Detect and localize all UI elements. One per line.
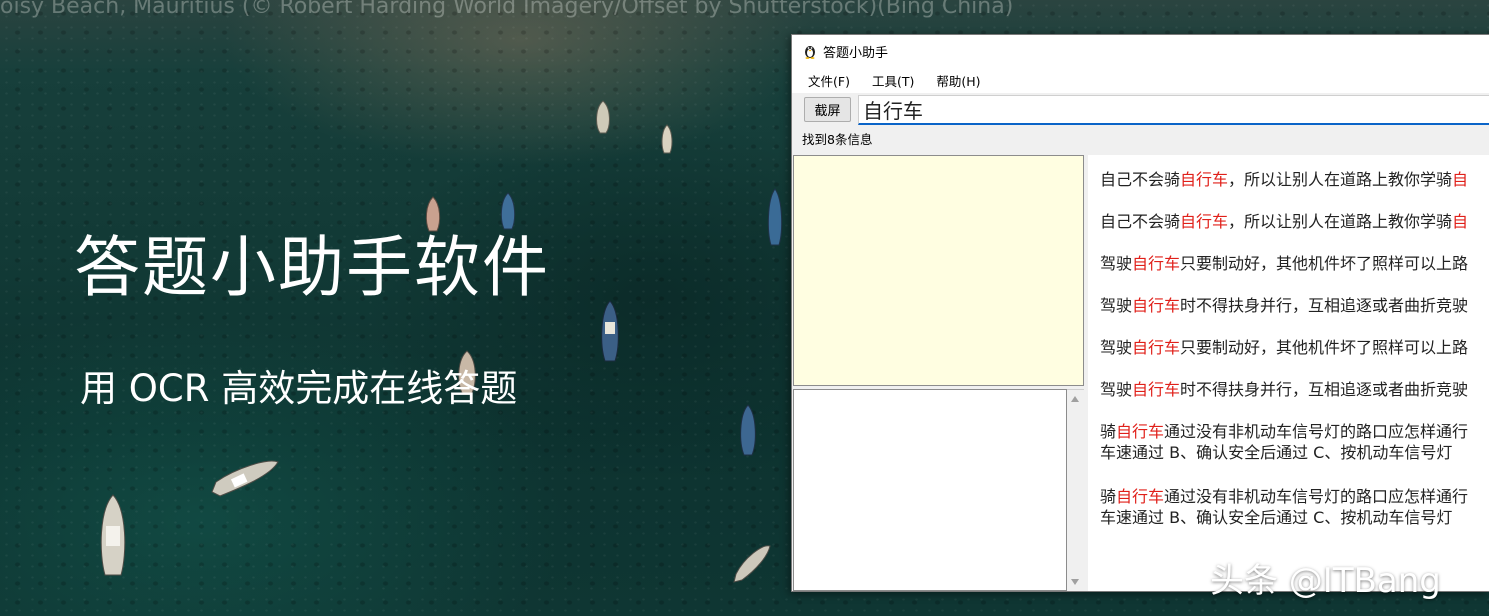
menu-help[interactable]: 帮助(H)	[928, 68, 988, 93]
result-item[interactable]: 驾驶自行车时不得扶身并行，互相追逐或者曲折竞驶	[1100, 295, 1489, 316]
result-text: 时不得扶身并行，互相追逐或者曲折竞驶	[1180, 296, 1469, 315]
screenshot-preview-panel	[793, 155, 1084, 386]
result-text: 通过没有非机动车信号灯的路口应怎样通行	[1164, 422, 1469, 441]
watermark: 头条 @ITBang	[1210, 561, 1441, 601]
result-item[interactable]: 驾驶自行车只要制动好，其他机件坏了照样可以上路	[1100, 253, 1489, 274]
result-text: ，所以让别人在道路上教你学骑	[1228, 212, 1453, 231]
boat-6	[601, 300, 619, 362]
capture-button[interactable]: 截屏	[804, 97, 851, 122]
boat-10	[100, 494, 126, 576]
result-keyword: 自行车	[1132, 338, 1181, 357]
menu-tools[interactable]: 工具(T)	[864, 68, 922, 93]
result-text: 驾驶	[1100, 380, 1133, 399]
result-line: 驾驶自行车时不得扶身并行，互相追逐或者曲折竞驶	[1100, 379, 1489, 400]
result-keyword: 自行车	[1180, 170, 1229, 189]
result-text: 自己不会骑	[1100, 170, 1181, 189]
result-text: 自己不会骑	[1100, 212, 1181, 231]
result-keyword: 自行车	[1132, 254, 1181, 273]
result-item[interactable]: 自己不会骑自行车，所以让别人在道路上教你学骑自	[1100, 169, 1489, 190]
boat-1	[596, 100, 610, 134]
result-text: 骑	[1100, 422, 1117, 441]
result-text: 驾驶	[1100, 254, 1133, 273]
app-window: 答题小助手 文件(F) 工具(T) 帮助(H) 截屏 找到8条信息 自己不会骑自…	[791, 34, 1489, 592]
result-item[interactable]: 骑自行车通过没有非机动车信号灯的路口应怎样通行 车速通过 B、确认安全后通过 C、…	[1100, 421, 1489, 463]
boat-8	[740, 404, 756, 456]
title-bar[interactable]: 答题小助手	[792, 35, 1489, 67]
result-line: 驾驶自行车只要制动好，其他机件坏了照样可以上路	[1100, 337, 1489, 358]
result-line: 骑自行车通过没有非机动车信号灯的路口应怎样通行	[1100, 486, 1489, 507]
search-input[interactable]	[858, 95, 1489, 125]
result-line: 骑自行车通过没有非机动车信号灯的路口应怎样通行	[1100, 421, 1489, 442]
boat-9	[211, 460, 279, 497]
result-text: 骑	[1100, 487, 1117, 506]
result-line: 自己不会骑自行车，所以让别人在道路上教你学骑自	[1100, 169, 1489, 190]
result-item[interactable]: 自己不会骑自行车，所以让别人在道路上教你学骑自	[1100, 211, 1489, 232]
result-item[interactable]: 骑自行车通过没有非机动车信号灯的路口应怎样通行 车速通过 B、确认安全后通过 C、…	[1100, 486, 1489, 528]
result-line: 驾驶自行车时不得扶身并行，互相追逐或者曲折竞驶	[1100, 295, 1489, 316]
menu-file[interactable]: 文件(F)	[800, 68, 858, 93]
results-list: 自己不会骑自行车，所以让别人在道路上教你学骑自 自己不会骑自行车，所以让别人在道路…	[1100, 169, 1489, 551]
result-item[interactable]: 驾驶自行车只要制动好，其他机件坏了照样可以上路	[1100, 337, 1489, 358]
result-text: 只要制动好，其他机件坏了照样可以上路	[1180, 254, 1469, 273]
headline: 答题小助手软件	[74, 229, 550, 306]
result-text: 只要制动好，其他机件坏了照样可以上路	[1180, 338, 1469, 357]
result-item[interactable]: 驾驶自行车时不得扶身并行，互相追逐或者曲折竞驶	[1100, 379, 1489, 400]
result-text: 驾驶	[1100, 338, 1133, 357]
result-line: 车速通过 B、确认安全后通过 C、按机动车信号灯	[1100, 443, 1453, 462]
result-line: 车速通过 B、确认安全后通过 C、按机动车信号灯	[1100, 508, 1453, 527]
result-line: 驾驶自行车只要制动好，其他机件坏了照样可以上路	[1100, 253, 1489, 274]
penguin-icon	[805, 46, 815, 59]
result-keyword: 自行车	[1132, 296, 1181, 315]
result-keyword: 自行车	[1180, 212, 1229, 231]
result-text: 时不得扶身并行，互相追逐或者曲折竞驶	[1180, 380, 1469, 399]
boat-5	[767, 188, 783, 246]
result-line: 自己不会骑自行车，所以让别人在道路上教你学骑自	[1100, 211, 1489, 232]
result-keyword: 自行车	[1116, 487, 1165, 506]
result-keyword: 自行车	[1132, 380, 1181, 399]
result-text: 通过没有非机动车信号灯的路口应怎样通行	[1164, 487, 1469, 506]
boat-2	[661, 124, 673, 154]
result-count: 找到8条信息	[802, 132, 873, 147]
window-title: 答题小助手	[823, 45, 889, 61]
photo-caption: oisy Beach, Mauritius (© Robert Harding …	[0, 0, 1014, 19]
boat-11	[733, 545, 771, 583]
result-text: 驾驶	[1100, 296, 1133, 315]
ocr-text-area[interactable]	[793, 389, 1067, 591]
result-keyword: 自	[1452, 212, 1469, 231]
scroll-down-icon[interactable]	[1071, 579, 1079, 585]
result-keyword: 自行车	[1116, 422, 1165, 441]
result-text: ，所以让别人在道路上教你学骑	[1228, 170, 1453, 189]
menu-bar: 文件(F) 工具(T) 帮助(H)	[792, 67, 1489, 93]
subheadline: 用 OCR 高效完成在线答题	[80, 367, 518, 410]
result-keyword: 自	[1452, 170, 1469, 189]
ocr-scrollbar[interactable]	[1067, 389, 1084, 591]
toolbar: 截屏	[792, 95, 1489, 127]
scroll-up-icon[interactable]	[1071, 396, 1079, 402]
results-panel: 自己不会骑自行车，所以让别人在道路上教你学骑自 自己不会骑自行车，所以让别人在道路…	[1088, 155, 1489, 591]
